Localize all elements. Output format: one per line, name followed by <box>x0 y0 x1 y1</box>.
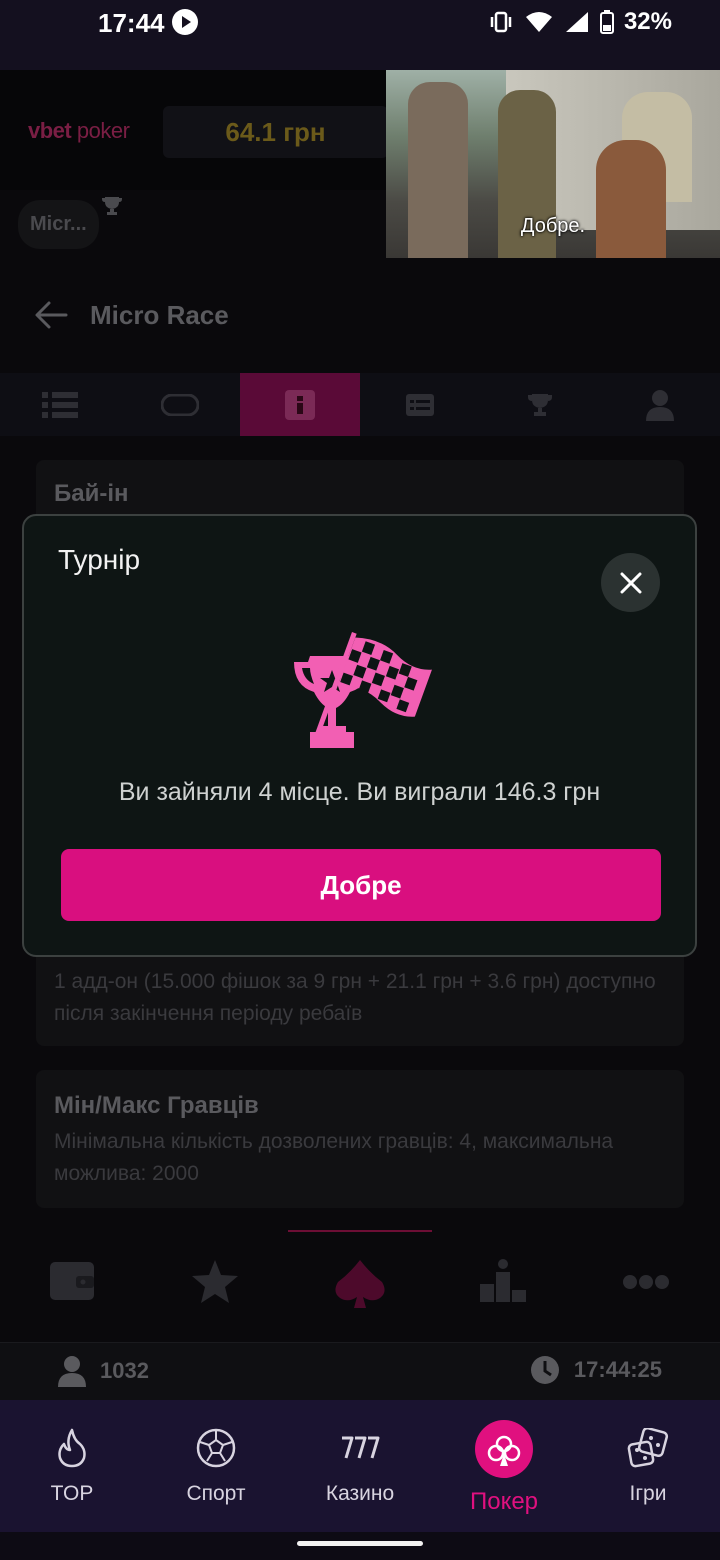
nav-poker-label: Покер <box>469 1488 539 1515</box>
status-time: 17:44 <box>98 8 165 38</box>
leaderboard-icon[interactable] <box>478 1258 528 1304</box>
nav-casino-label: Казино <box>325 1482 395 1505</box>
soccer-ball-icon <box>196 1428 236 1468</box>
vbet-poker-logo[interactable]: vbet poker <box>28 118 130 144</box>
balance-display[interactable]: 64.1 грн <box>163 106 388 158</box>
spade-icon[interactable] <box>330 1258 390 1310</box>
tab-list[interactable] <box>0 373 120 436</box>
more-dots-icon[interactable] <box>622 1274 670 1290</box>
app-root: 17:44 32% vbet poker 64.1 грн Micr... До… <box>0 0 720 1560</box>
tournament-clock: 17:44:25 <box>530 1355 662 1385</box>
vibrate-icon <box>490 11 512 33</box>
players-count: 1032 <box>58 1355 149 1387</box>
tab-details[interactable] <box>360 373 480 436</box>
page-title: Micro Race <box>90 300 229 330</box>
pip-video[interactable]: Добре. <box>386 70 720 258</box>
dialog-title: Турнір <box>58 544 141 575</box>
ok-button[interactable]: Добре <box>61 849 661 921</box>
close-icon <box>620 572 641 593</box>
nav-sport-label: Спорт <box>186 1482 246 1505</box>
dice-icon <box>627 1428 669 1468</box>
nav-games-label: Ігри <box>629 1482 667 1505</box>
trophy-checkered-flag-icon <box>294 632 432 748</box>
signal-icon <box>565 12 588 32</box>
status-bar: 17:44 32% <box>0 0 720 70</box>
list-icon <box>42 391 78 418</box>
buyin-title: Бай-ін <box>54 480 129 507</box>
poker-table-icon <box>161 393 199 416</box>
active-indicator <box>288 1230 432 1232</box>
club-icon <box>487 1435 521 1466</box>
slot-777-icon <box>342 1436 380 1459</box>
home-indicator[interactable] <box>297 1541 423 1546</box>
tournament-result-dialog: Турнір Ви зайняли 4 місце. Ви виграли 14… <box>22 514 697 957</box>
wallet-icon[interactable] <box>48 1258 96 1302</box>
poker-sub-tabs <box>0 1230 720 1342</box>
details-card-icon <box>406 393 434 416</box>
tournament-tabs <box>0 373 720 436</box>
players-count-value: 1032 <box>100 1358 149 1383</box>
trophy-icon <box>102 197 122 215</box>
user-icon <box>646 389 674 421</box>
video-scene-person <box>596 140 666 258</box>
star-icon[interactable] <box>190 1258 240 1304</box>
addon-text: 1 адд-он (15.000 фішок за 9 грн + 21.1 г… <box>54 970 656 1025</box>
nav-top-label: TOP <box>50 1482 94 1505</box>
clock-value: 17:44:25 <box>573 1357 662 1382</box>
tab-info[interactable] <box>240 373 360 436</box>
nav-sport[interactable]: Спорт <box>144 1400 288 1532</box>
close-button[interactable] <box>601 553 660 612</box>
video-subtitle: Добре. <box>520 215 586 237</box>
tab-table[interactable] <box>120 373 240 436</box>
back-arrow-icon[interactable] <box>34 300 68 330</box>
user-icon <box>58 1356 86 1387</box>
tournament-chip-row: Micr... <box>18 200 99 249</box>
nav-top[interactable]: TOP <box>0 1400 144 1532</box>
result-message: Ви зайняли 4 місце. Ви виграли 146.3 грн <box>118 778 601 806</box>
wifi-icon <box>525 12 552 32</box>
logo-brand: vbet <box>28 118 72 143</box>
flame-icon <box>58 1428 86 1468</box>
nav-poker[interactable]: Покер <box>432 1400 576 1532</box>
page-header: Micro Race <box>0 270 720 360</box>
tournament-chip[interactable]: Micr... <box>18 200 99 249</box>
battery-icon <box>599 10 614 34</box>
tab-prizes[interactable] <box>480 373 600 436</box>
bottom-nav: TOP Спорт Казино Покер Ігри <box>0 1400 720 1532</box>
clock-icon <box>530 1356 559 1384</box>
info-icon <box>285 389 315 420</box>
media-play-icon <box>172 9 198 35</box>
minmax-card: Мін/Макс Гравців Мінімальна кількість до… <box>36 1070 684 1208</box>
tab-players[interactable] <box>600 373 720 436</box>
tournament-info-bar: 1032 17:44:25 <box>0 1342 720 1400</box>
battery-percent: 32% <box>623 8 672 35</box>
minmax-text: Мінімальна кількість дозволених гравців:… <box>54 1130 614 1185</box>
trophy-icon <box>528 393 552 416</box>
nav-casino[interactable]: Казино <box>288 1400 432 1532</box>
minmax-title: Мін/Макс Гравців <box>54 1092 259 1119</box>
logo-product: poker <box>76 118 130 143</box>
gesture-bar <box>0 1532 720 1560</box>
status-icons: 32% <box>488 8 672 36</box>
nav-games[interactable]: Ігри <box>576 1400 720 1532</box>
